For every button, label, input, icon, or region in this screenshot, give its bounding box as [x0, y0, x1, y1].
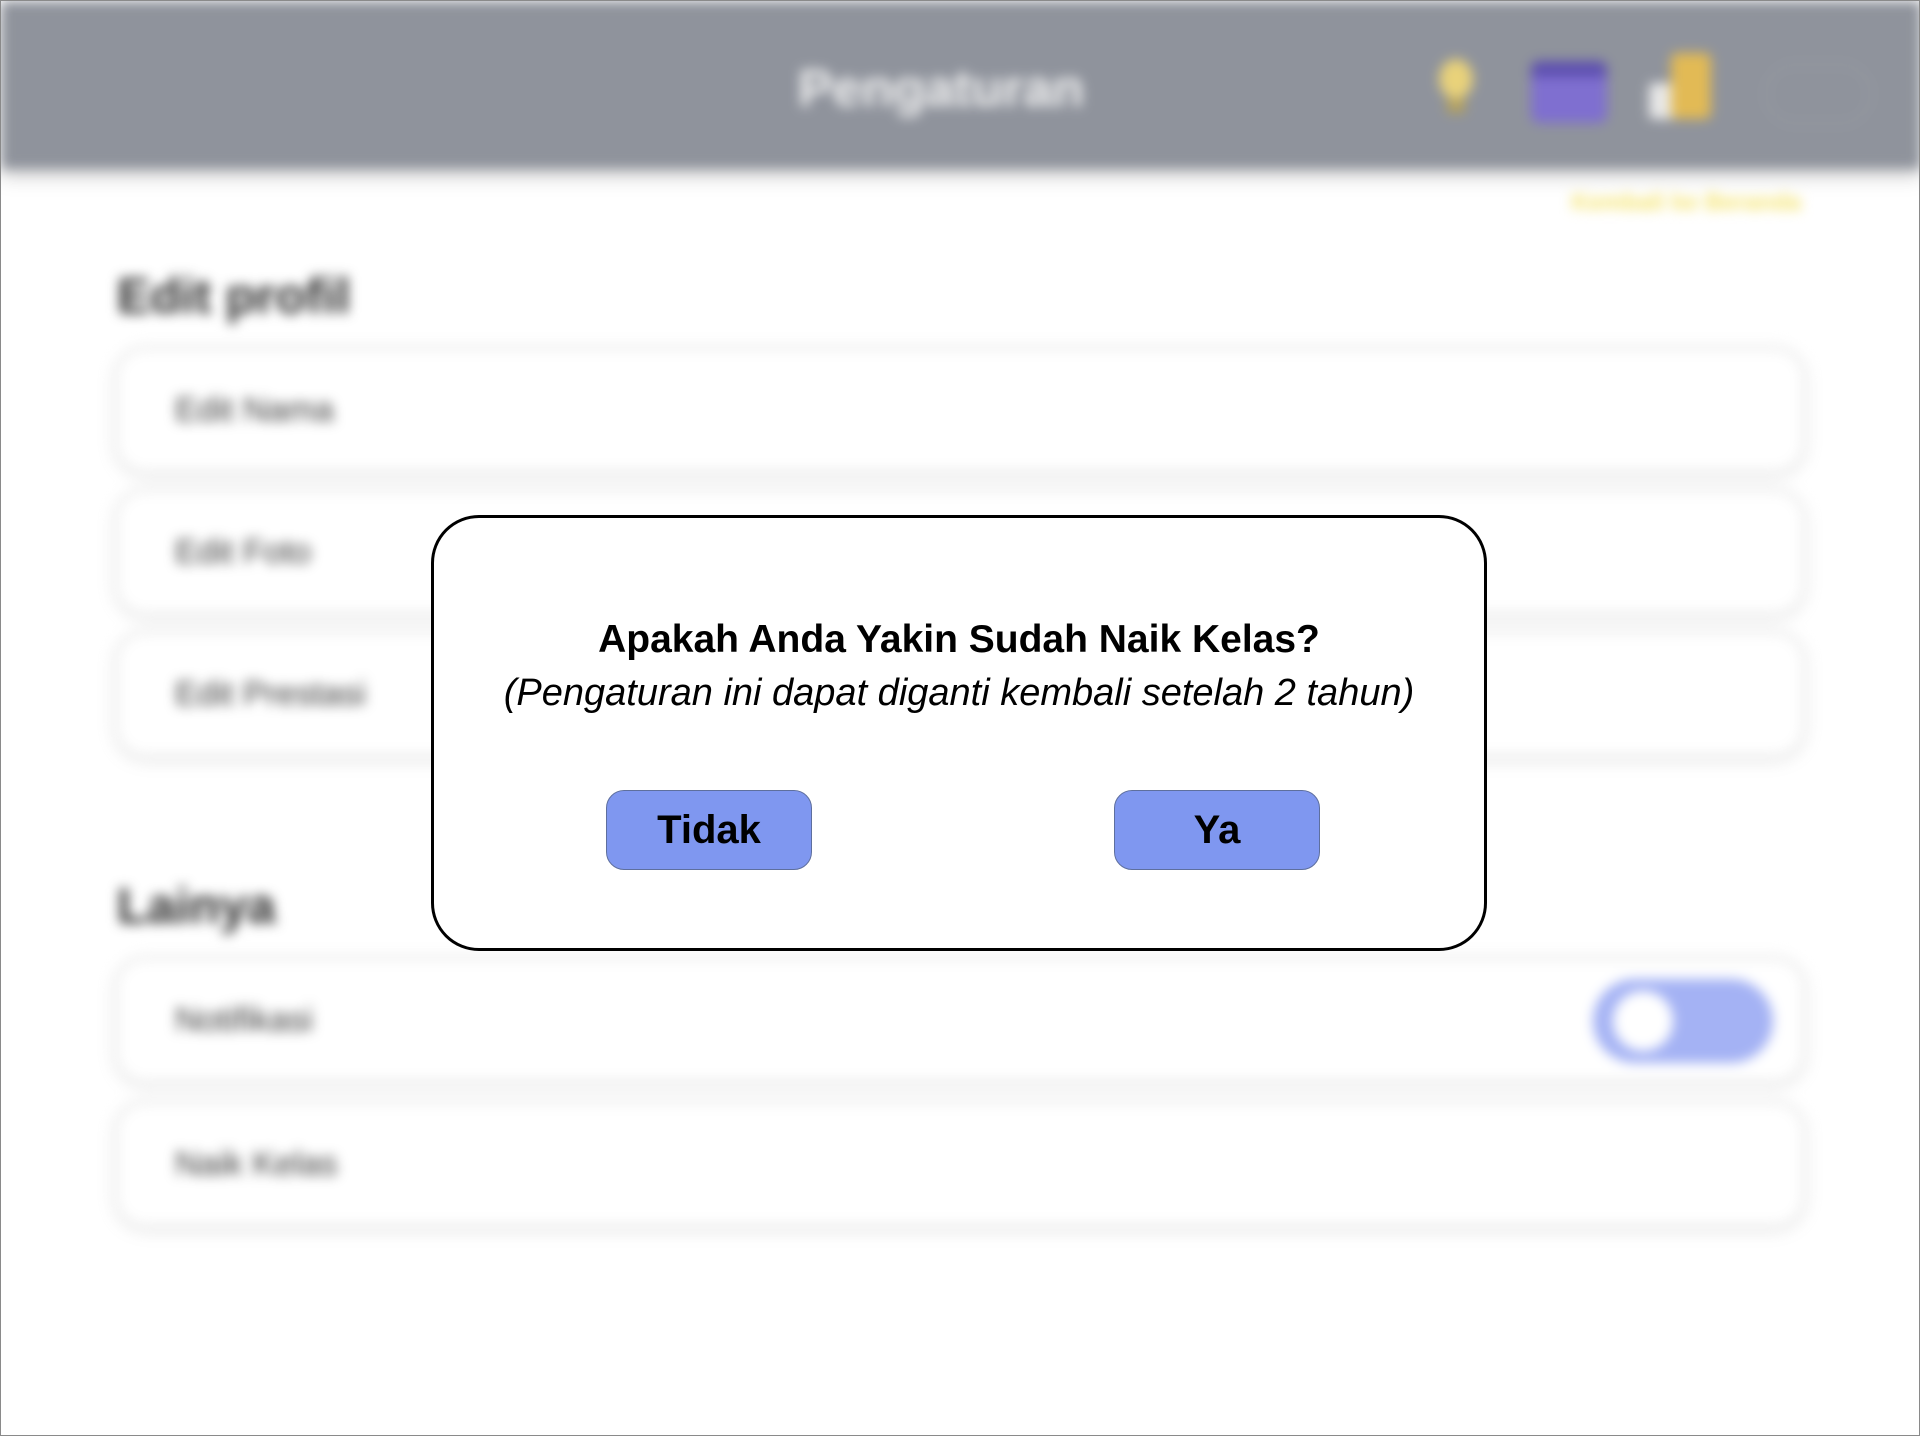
toggle-knob	[1613, 991, 1673, 1051]
dialog-subtitle: (Pengaturan ini dapat diganti kembali se…	[503, 672, 1415, 714]
dialog-title: Apakah Anda Yakin Sudah Naik Kelas?	[598, 618, 1320, 661]
back-home-link[interactable]: Kembali ke Beranda	[1481, 189, 1801, 219]
row-label: Edit Nama	[175, 391, 334, 429]
header-bar: Pengaturan	[1, 1, 1919, 169]
confirm-dialog: Apakah Anda Yakin Sudah Naik Kelas? (Pen…	[431, 515, 1487, 951]
promote-class-row[interactable]: Naik Kelas	[119, 1105, 1801, 1223]
row-label: Naik Kelas	[175, 1145, 338, 1183]
row-label: Notifikasi	[175, 1001, 313, 1039]
no-button[interactable]: Tidak	[606, 790, 812, 870]
notification-row: Notifikasi	[119, 961, 1801, 1079]
edit-name-row[interactable]: Edit Nama	[119, 351, 1801, 469]
badge-icon[interactable]	[1649, 53, 1713, 123]
calendar-icon[interactable]	[1531, 61, 1607, 123]
yes-button[interactable]: Ya	[1114, 790, 1320, 870]
profile-section-title: Edit profil	[117, 268, 351, 324]
app-window: Pengaturan Kembali ke Beranda Edit profi…	[0, 0, 1920, 1436]
notification-toggle[interactable]	[1593, 979, 1773, 1063]
other-section-title: Lainya	[117, 878, 276, 934]
cloud-icon[interactable]	[1765, 63, 1871, 125]
row-label: Edit Prestasi	[175, 675, 366, 713]
lightbulb-icon[interactable]	[1433, 59, 1479, 117]
row-label: Edit Foto	[175, 533, 312, 571]
